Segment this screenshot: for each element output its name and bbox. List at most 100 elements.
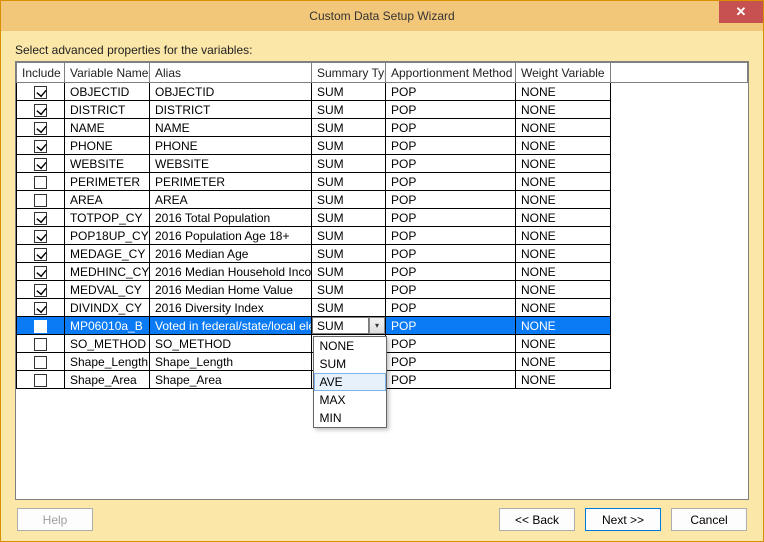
table-row[interactable]: WEBSITEWEBSITESUMPOPNONE: [17, 155, 748, 173]
cell-include[interactable]: [17, 317, 65, 335]
include-checkbox[interactable]: [34, 248, 47, 261]
include-checkbox[interactable]: [34, 266, 47, 279]
cell-apportionment-method[interactable]: POP: [386, 227, 516, 245]
cell-alias[interactable]: 2016 Median Household Income: [150, 263, 312, 281]
cell-alias[interactable]: PERIMETER: [150, 173, 312, 191]
table-row[interactable]: PERIMETERPERIMETERSUMPOPNONE: [17, 173, 748, 191]
cell-apportionment-method[interactable]: POP: [386, 299, 516, 317]
cell-alias[interactable]: 2016 Population Age 18+: [150, 227, 312, 245]
cell-variable-name[interactable]: DISTRICT: [65, 101, 150, 119]
cell-weight-variable[interactable]: NONE: [516, 245, 611, 263]
cell-include[interactable]: [17, 281, 65, 299]
cell-summary-type[interactable]: SUM: [312, 191, 386, 209]
cell-apportionment-method[interactable]: POP: [386, 245, 516, 263]
cell-weight-variable[interactable]: NONE: [516, 173, 611, 191]
table-row[interactable]: AREAAREASUMPOPNONE: [17, 191, 748, 209]
cell-variable-name[interactable]: MP06010a_B: [65, 317, 150, 335]
dropdown-option[interactable]: SUM: [314, 355, 386, 373]
cell-include[interactable]: [17, 137, 65, 155]
cell-alias[interactable]: WEBSITE: [150, 155, 312, 173]
cell-variable-name[interactable]: OBJECTID: [65, 83, 150, 101]
table-row[interactable]: MP06010a_BVoted in federal/state/local e…: [17, 317, 748, 335]
include-checkbox[interactable]: [34, 212, 47, 225]
include-checkbox[interactable]: [34, 194, 47, 207]
cell-weight-variable[interactable]: NONE: [516, 209, 611, 227]
summary-type-dropdown[interactable]: NONESUMAVEMAXMIN: [313, 336, 387, 428]
table-row[interactable]: DIVINDX_CY2016 Diversity IndexSUMPOPNONE: [17, 299, 748, 317]
cell-include[interactable]: [17, 155, 65, 173]
cell-alias[interactable]: 2016 Total Population: [150, 209, 312, 227]
cell-summary-type[interactable]: SUM: [312, 101, 386, 119]
cell-apportionment-method[interactable]: POP: [386, 155, 516, 173]
cell-include[interactable]: [17, 101, 65, 119]
cell-alias[interactable]: DISTRICT: [150, 101, 312, 119]
cell-summary-type[interactable]: SUM: [312, 245, 386, 263]
cell-weight-variable[interactable]: NONE: [516, 371, 611, 389]
cell-apportionment-method[interactable]: POP: [386, 119, 516, 137]
cell-alias[interactable]: PHONE: [150, 137, 312, 155]
table-row[interactable]: MEDVAL_CY2016 Median Home ValueSUMPOPNON…: [17, 281, 748, 299]
cell-weight-variable[interactable]: NONE: [516, 281, 611, 299]
dropdown-option[interactable]: AVE: [314, 373, 386, 391]
cell-alias[interactable]: OBJECTID: [150, 83, 312, 101]
table-row[interactable]: MEDAGE_CY2016 Median AgeSUMPOPNONE: [17, 245, 748, 263]
include-checkbox[interactable]: [34, 122, 47, 135]
cell-weight-variable[interactable]: NONE: [516, 101, 611, 119]
cell-apportionment-method[interactable]: POP: [386, 353, 516, 371]
cell-include[interactable]: [17, 245, 65, 263]
cell-apportionment-method[interactable]: POP: [386, 209, 516, 227]
cell-include[interactable]: [17, 173, 65, 191]
cell-apportionment-method[interactable]: POP: [386, 317, 516, 335]
cell-alias[interactable]: 2016 Median Home Value: [150, 281, 312, 299]
cell-weight-variable[interactable]: NONE: [516, 137, 611, 155]
table-row[interactable]: NAMENAMESUMPOPNONE: [17, 119, 748, 137]
cell-weight-variable[interactable]: NONE: [516, 299, 611, 317]
cell-variable-name[interactable]: NAME: [65, 119, 150, 137]
cell-apportionment-method[interactable]: POP: [386, 83, 516, 101]
table-row[interactable]: TOTPOP_CY2016 Total PopulationSUMPOPNONE: [17, 209, 748, 227]
cell-weight-variable[interactable]: NONE: [516, 263, 611, 281]
cell-summary-type[interactable]: SUM: [312, 227, 386, 245]
cell-variable-name[interactable]: PERIMETER: [65, 173, 150, 191]
include-checkbox[interactable]: [34, 140, 47, 153]
cell-alias[interactable]: Voted in federal/state/local election: [150, 317, 312, 335]
cell-summary-type[interactable]: SUM: [312, 137, 386, 155]
include-checkbox[interactable]: [34, 86, 47, 99]
table-row[interactable]: PHONEPHONESUMPOPNONE: [17, 137, 748, 155]
cancel-button[interactable]: Cancel: [671, 508, 747, 531]
cell-alias[interactable]: NAME: [150, 119, 312, 137]
cell-alias[interactable]: AREA: [150, 191, 312, 209]
col-header-include[interactable]: Include: [17, 63, 65, 83]
cell-variable-name[interactable]: Shape_Length: [65, 353, 150, 371]
include-checkbox[interactable]: [34, 356, 47, 369]
table-row[interactable]: OBJECTIDOBJECTIDSUMPOPNONE: [17, 83, 748, 101]
cell-variable-name[interactable]: AREA: [65, 191, 150, 209]
cell-include[interactable]: [17, 191, 65, 209]
cell-weight-variable[interactable]: NONE: [516, 83, 611, 101]
cell-variable-name[interactable]: DIVINDX_CY: [65, 299, 150, 317]
cell-variable-name[interactable]: TOTPOP_CY: [65, 209, 150, 227]
cell-summary-type[interactable]: SUM: [312, 83, 386, 101]
cell-apportionment-method[interactable]: POP: [386, 371, 516, 389]
cell-summary-type[interactable]: SUM: [312, 173, 386, 191]
cell-include[interactable]: [17, 227, 65, 245]
dropdown-option[interactable]: NONE: [314, 337, 386, 355]
cell-summary-type[interactable]: SUM: [312, 263, 386, 281]
include-checkbox[interactable]: [34, 230, 47, 243]
cell-weight-variable[interactable]: NONE: [516, 155, 611, 173]
cell-weight-variable[interactable]: NONE: [516, 353, 611, 371]
include-checkbox[interactable]: [34, 338, 47, 351]
cell-summary-type[interactable]: SUM: [312, 299, 386, 317]
cell-apportionment-method[interactable]: POP: [386, 263, 516, 281]
cell-apportionment-method[interactable]: POP: [386, 101, 516, 119]
include-checkbox[interactable]: [34, 374, 47, 387]
col-header-alias[interactable]: Alias: [150, 63, 312, 83]
cell-alias[interactable]: SO_METHOD: [150, 335, 312, 353]
col-header-summary-type[interactable]: Summary Type: [312, 63, 386, 83]
cell-summary-type[interactable]: SUM: [312, 155, 386, 173]
dropdown-option[interactable]: MAX: [314, 391, 386, 409]
cell-variable-name[interactable]: MEDHINC_CY: [65, 263, 150, 281]
cell-include[interactable]: [17, 209, 65, 227]
cell-apportionment-method[interactable]: POP: [386, 173, 516, 191]
cell-summary-type[interactable]: SUM: [312, 209, 386, 227]
